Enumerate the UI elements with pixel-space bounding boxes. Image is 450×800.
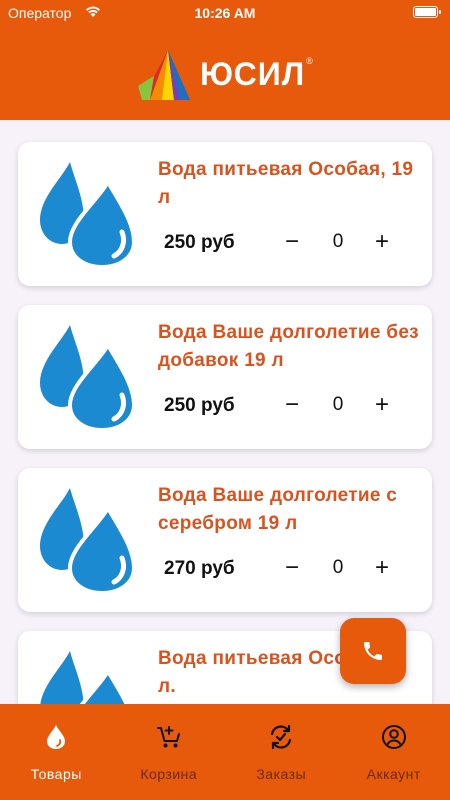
tab-label: Заказы bbox=[256, 766, 307, 782]
brand-logo: ЮСИЛ ® bbox=[134, 44, 313, 104]
decrement-button[interactable]: − bbox=[280, 391, 304, 419]
tab-label: Товары bbox=[30, 766, 82, 782]
product-price: 250 руб bbox=[164, 232, 235, 253]
bottom-tab-bar: Товары Корзина Заказы Аккаунт bbox=[0, 704, 450, 800]
water-drops-icon bbox=[40, 325, 137, 431]
product-title[interactable]: Вода питьевая Особая, 19 л bbox=[158, 156, 420, 212]
quantity-value: 0 bbox=[332, 557, 344, 578]
tab-label: Аккаунт bbox=[366, 766, 421, 782]
product-price: 270 руб bbox=[164, 558, 235, 579]
orders-icon bbox=[271, 724, 292, 750]
product-title[interactable]: Вода Ваше долголетие с серебром 19 л bbox=[158, 482, 420, 538]
increment-button[interactable]: + bbox=[370, 391, 394, 419]
brand-name: ЮСИЛ bbox=[200, 55, 306, 92]
tab-products[interactable]: Товары bbox=[0, 704, 113, 800]
battery-icon bbox=[413, 6, 441, 18]
product-list[interactable]: Вода питьевая Особая, 19 л 250 руб − 0 +… bbox=[0, 120, 450, 704]
water-drops-icon bbox=[40, 488, 137, 594]
rainbow-triangle-icon bbox=[138, 50, 190, 100]
decrement-button[interactable]: − bbox=[280, 228, 304, 256]
tab-cart[interactable]: Корзина bbox=[113, 704, 226, 800]
water-drop-icon bbox=[47, 725, 66, 749]
status-bar: Оператор 10:26 AM bbox=[0, 0, 450, 26]
registered-mark: ® bbox=[306, 56, 313, 66]
account-icon bbox=[381, 725, 406, 749]
app-header: ЮСИЛ ® bbox=[0, 26, 450, 120]
tab-orders[interactable]: Заказы bbox=[225, 704, 338, 800]
quantity-value: 0 bbox=[332, 394, 344, 415]
product-title[interactable]: Вода Ваше долголетие без добавок 19 л bbox=[158, 319, 420, 375]
product-card[interactable]: Вода питьевая Особая, 19 л 250 руб − 0 + bbox=[18, 142, 432, 286]
product-price: 250 руб bbox=[164, 395, 235, 416]
decrement-button[interactable]: − bbox=[280, 554, 304, 582]
call-button[interactable] bbox=[340, 618, 406, 684]
increment-button[interactable]: + bbox=[370, 554, 394, 582]
water-drops-icon bbox=[40, 651, 129, 704]
cart-add-icon bbox=[156, 726, 180, 748]
product-card[interactable]: Вода Ваше долголетие без добавок 19 л 25… bbox=[18, 305, 432, 449]
increment-button[interactable]: + bbox=[370, 228, 394, 256]
tab-account[interactable]: Аккаунт bbox=[338, 704, 450, 800]
water-drops-icon bbox=[40, 162, 137, 268]
product-card[interactable]: Вода Ваше долголетие с серебром 19 л 270… bbox=[18, 468, 432, 612]
tab-label: Корзина bbox=[140, 766, 198, 782]
quantity-value: 0 bbox=[332, 231, 344, 252]
clock: 10:26 AM bbox=[194, 5, 256, 21]
phone-icon bbox=[364, 642, 382, 660]
